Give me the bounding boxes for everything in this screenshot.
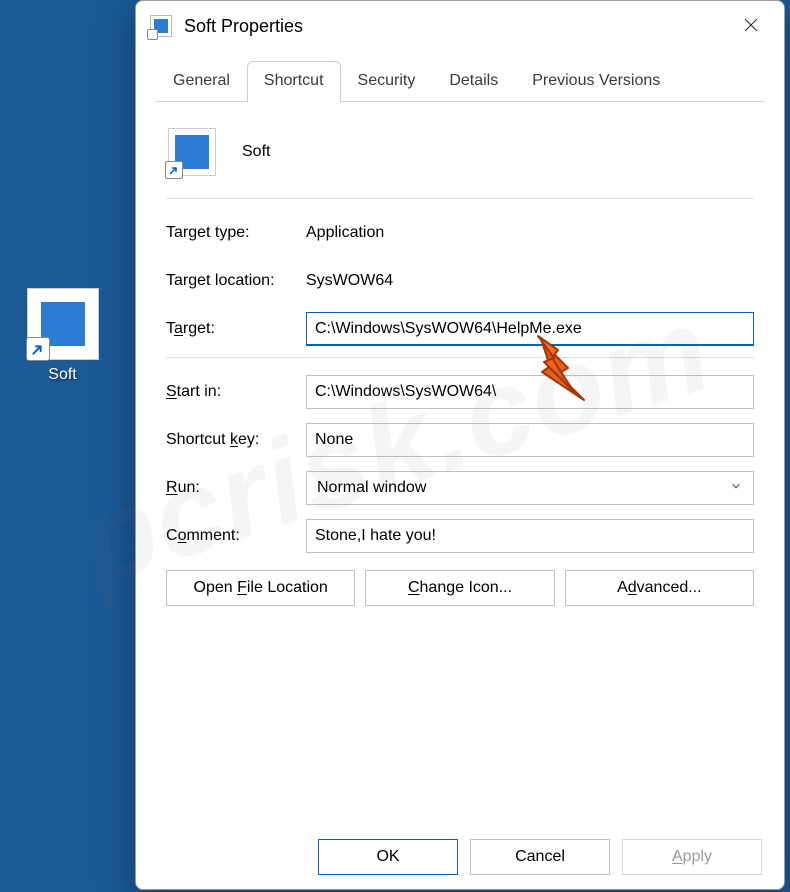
- row-start-in: Start in:: [166, 372, 754, 412]
- row-target-type: Target type: Application: [166, 213, 754, 253]
- tab-shortcut[interactable]: Shortcut: [247, 61, 341, 102]
- row-target-location: Target location: SysWOW64: [166, 261, 754, 301]
- tab-general[interactable]: General: [156, 61, 247, 102]
- comment-label: Comment:: [166, 527, 306, 545]
- run-label: Run:: [166, 479, 306, 497]
- target-label: Target:: [166, 320, 306, 338]
- window-title: Soft Properties: [184, 16, 722, 37]
- tabs: General Shortcut Security Details Previo…: [136, 51, 784, 102]
- titlebar-shortcut-icon: [150, 15, 172, 37]
- desktop-shortcut[interactable]: Soft: [15, 288, 110, 384]
- shortcut-pane: Soft Target type: Application Target loc…: [136, 102, 784, 825]
- close-button[interactable]: [722, 3, 780, 49]
- tab-security[interactable]: Security: [341, 61, 433, 102]
- properties-dialog: Soft Properties General Shortcut Securit…: [135, 0, 785, 890]
- tab-details[interactable]: Details: [432, 61, 515, 102]
- start-in-input[interactable]: [306, 375, 754, 409]
- item-icon: [168, 128, 216, 176]
- target-location-label: Target location:: [166, 272, 306, 290]
- row-shortcut-key: Shortcut key:: [166, 420, 754, 460]
- run-select[interactable]: Normal window: [306, 471, 754, 505]
- ok-button[interactable]: OK: [318, 839, 458, 875]
- divider: [166, 198, 754, 199]
- desktop-icon-label: Soft: [15, 366, 110, 384]
- item-name: Soft: [242, 143, 270, 161]
- open-file-location-button[interactable]: Open File Location: [166, 570, 355, 606]
- divider: [166, 357, 754, 358]
- cancel-button[interactable]: Cancel: [470, 839, 610, 875]
- shortcut-overlay-arrow-icon: [26, 337, 50, 361]
- titlebar[interactable]: Soft Properties: [136, 1, 784, 51]
- change-icon-button[interactable]: Change Icon...: [365, 570, 554, 606]
- comment-input[interactable]: [306, 519, 754, 553]
- shortcut-key-input[interactable]: [306, 423, 754, 457]
- dialog-buttons: OK Cancel Apply: [136, 825, 784, 889]
- row-target: Target:: [166, 309, 754, 349]
- target-type-value: Application: [306, 224, 384, 242]
- run-value: Normal window: [317, 479, 426, 497]
- advanced-button[interactable]: Advanced...: [565, 570, 754, 606]
- close-icon: [742, 16, 760, 37]
- shortcut-icon: [27, 288, 99, 360]
- header-row: Soft: [166, 120, 754, 198]
- apply-button[interactable]: Apply: [622, 839, 762, 875]
- chevron-down-icon: [729, 479, 743, 498]
- tab-previous-versions[interactable]: Previous Versions: [515, 61, 677, 102]
- target-input[interactable]: [306, 312, 754, 346]
- row-comment: Comment:: [166, 516, 754, 556]
- shortcut-key-label: Shortcut key:: [166, 431, 306, 449]
- target-location-value: SysWOW64: [306, 272, 393, 290]
- button-row: Open File Location Change Icon... Advanc…: [166, 570, 754, 606]
- shortcut-overlay-arrow-icon: [165, 161, 183, 179]
- start-in-label: Start in:: [166, 383, 306, 401]
- target-type-label: Target type:: [166, 224, 306, 242]
- row-run: Run: Normal window: [166, 468, 754, 508]
